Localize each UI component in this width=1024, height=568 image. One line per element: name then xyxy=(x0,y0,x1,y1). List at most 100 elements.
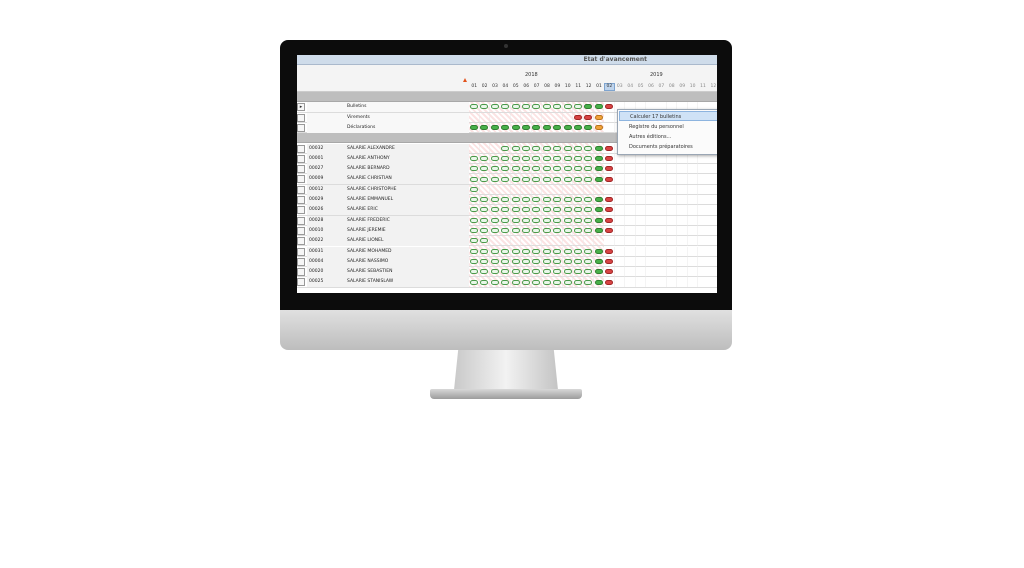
status-pill-icon[interactable] xyxy=(490,248,499,254)
status-pill-icon[interactable] xyxy=(553,217,562,223)
status-pill-icon[interactable] xyxy=(511,207,520,213)
row-select-handle[interactable] xyxy=(297,144,305,153)
status-pill-icon[interactable] xyxy=(553,279,562,285)
status-pill-icon[interactable] xyxy=(584,258,593,264)
employee-row[interactable]: 00025 SALARIE STANISLAW xyxy=(297,277,717,288)
section-band[interactable] xyxy=(297,92,717,103)
status-pill-icon[interactable] xyxy=(574,269,582,275)
status-pill-icon[interactable] xyxy=(542,269,551,275)
status-pill-icon[interactable] xyxy=(490,197,499,203)
status-pill-icon[interactable] xyxy=(553,228,562,234)
status-pill-icon[interactable] xyxy=(574,228,582,234)
status-pill-icon[interactable] xyxy=(594,248,603,254)
status-pill-icon[interactable] xyxy=(574,155,582,161)
status-pill-icon[interactable] xyxy=(490,176,499,182)
status-pill-icon[interactable] xyxy=(594,207,603,213)
status-pill-icon[interactable] xyxy=(532,155,541,161)
status-pill-icon[interactable] xyxy=(532,176,541,182)
status-pill-icon[interactable] xyxy=(584,279,593,285)
status-pill-icon[interactable] xyxy=(501,145,510,151)
status-pill-icon[interactable] xyxy=(594,155,603,161)
status-pill-icon[interactable] xyxy=(511,155,520,161)
status-pill-icon[interactable] xyxy=(594,114,603,120)
month-header[interactable]: 09 xyxy=(552,84,562,89)
status-pill-icon[interactable] xyxy=(605,145,614,151)
status-pill-icon[interactable] xyxy=(553,197,562,203)
status-pill-icon[interactable] xyxy=(542,217,551,223)
status-pill-icon[interactable] xyxy=(470,238,478,244)
status-pill-icon[interactable] xyxy=(522,248,530,254)
status-pill-icon[interactable] xyxy=(605,176,614,182)
menu-item-autres-editions[interactable]: Autres éditions... xyxy=(619,132,717,142)
status-pill-icon[interactable] xyxy=(490,258,499,264)
status-pill-icon[interactable] xyxy=(501,248,510,254)
status-pill-icon[interactable] xyxy=(574,114,582,120)
status-pill-icon[interactable] xyxy=(532,248,541,254)
status-pill-icon[interactable] xyxy=(605,217,614,223)
status-pill-icon[interactable] xyxy=(532,145,541,151)
status-pill-icon[interactable] xyxy=(490,269,499,275)
status-pill-icon[interactable] xyxy=(480,217,489,223)
row-select-handle[interactable] xyxy=(297,113,305,122)
status-pill-icon[interactable] xyxy=(532,258,541,264)
status-pill-icon[interactable] xyxy=(563,258,572,264)
month-header[interactable]: 12 xyxy=(583,84,593,89)
status-pill-icon[interactable] xyxy=(532,217,541,223)
status-pill-icon[interactable] xyxy=(490,217,499,223)
status-pill-icon[interactable] xyxy=(522,217,530,223)
status-pill-icon[interactable] xyxy=(574,176,582,182)
status-pill-icon[interactable] xyxy=(563,248,572,254)
status-pill-icon[interactable] xyxy=(511,269,520,275)
row-select-handle[interactable] xyxy=(297,268,305,277)
status-pill-icon[interactable] xyxy=(490,228,499,234)
employee-row[interactable]: 00012 SALARIE CHRISTOPHE xyxy=(297,184,717,195)
status-pill-icon[interactable] xyxy=(480,248,489,254)
status-pill-icon[interactable] xyxy=(522,228,530,234)
status-pill-icon[interactable] xyxy=(501,258,510,264)
status-pill-icon[interactable] xyxy=(563,197,572,203)
status-pill-icon[interactable] xyxy=(594,228,603,234)
employee-row[interactable]: 00009 SALARIE CHRISTIAN xyxy=(297,174,717,185)
status-pill-icon[interactable] xyxy=(563,155,572,161)
status-pill-icon[interactable] xyxy=(594,125,603,131)
menu-item-calculer-bulletins[interactable]: Calculer 17 bulletins xyxy=(619,111,717,121)
month-header[interactable]: 12 xyxy=(708,84,717,89)
status-pill-icon[interactable] xyxy=(511,145,520,151)
status-pill-icon[interactable] xyxy=(470,197,478,203)
month-header[interactable]: 10 xyxy=(687,84,697,89)
status-pill-icon[interactable] xyxy=(490,279,499,285)
month-header[interactable]: 11 xyxy=(698,84,708,89)
status-pill-icon[interactable] xyxy=(532,228,541,234)
status-pill-icon[interactable] xyxy=(563,145,572,151)
status-pill-icon[interactable] xyxy=(553,125,562,131)
month-header[interactable]: 04 xyxy=(500,84,510,89)
month-header[interactable]: 08 xyxy=(667,84,677,89)
status-pill-icon[interactable] xyxy=(563,166,572,172)
status-pill-icon[interactable] xyxy=(501,176,510,182)
status-pill-icon[interactable] xyxy=(594,104,603,110)
status-pill-icon[interactable] xyxy=(563,125,572,131)
status-pill-icon[interactable] xyxy=(522,145,530,151)
row-select-handle[interactable] xyxy=(297,154,305,163)
employee-row[interactable]: 00026 SALARIE ERIC xyxy=(297,205,717,216)
status-pill-icon[interactable] xyxy=(490,207,499,213)
employee-row[interactable]: 00001 SALARIE ANTHONY xyxy=(297,153,717,165)
month-header[interactable]: 03 xyxy=(615,84,625,89)
status-pill-icon[interactable] xyxy=(522,125,530,131)
row-select-handle[interactable] xyxy=(297,257,305,266)
status-pill-icon[interactable] xyxy=(480,279,489,285)
month-header[interactable]: 03 xyxy=(490,84,500,89)
menu-item-documents-preparatoires[interactable]: Documents préparatoires xyxy=(619,142,717,152)
status-pill-icon[interactable] xyxy=(522,279,530,285)
status-pill-icon[interactable] xyxy=(563,269,572,275)
menu-item-registre-personnel[interactable]: Registre du personnel xyxy=(619,122,717,132)
status-pill-icon[interactable] xyxy=(501,155,510,161)
status-pill-icon[interactable] xyxy=(574,125,582,131)
status-pill-icon[interactable] xyxy=(522,269,530,275)
status-pill-icon[interactable] xyxy=(522,176,530,182)
status-pill-icon[interactable] xyxy=(605,279,614,285)
status-pill-icon[interactable] xyxy=(563,228,572,234)
status-pill-icon[interactable] xyxy=(470,269,478,275)
status-pill-icon[interactable] xyxy=(542,155,551,161)
status-pill-icon[interactable] xyxy=(470,166,478,172)
